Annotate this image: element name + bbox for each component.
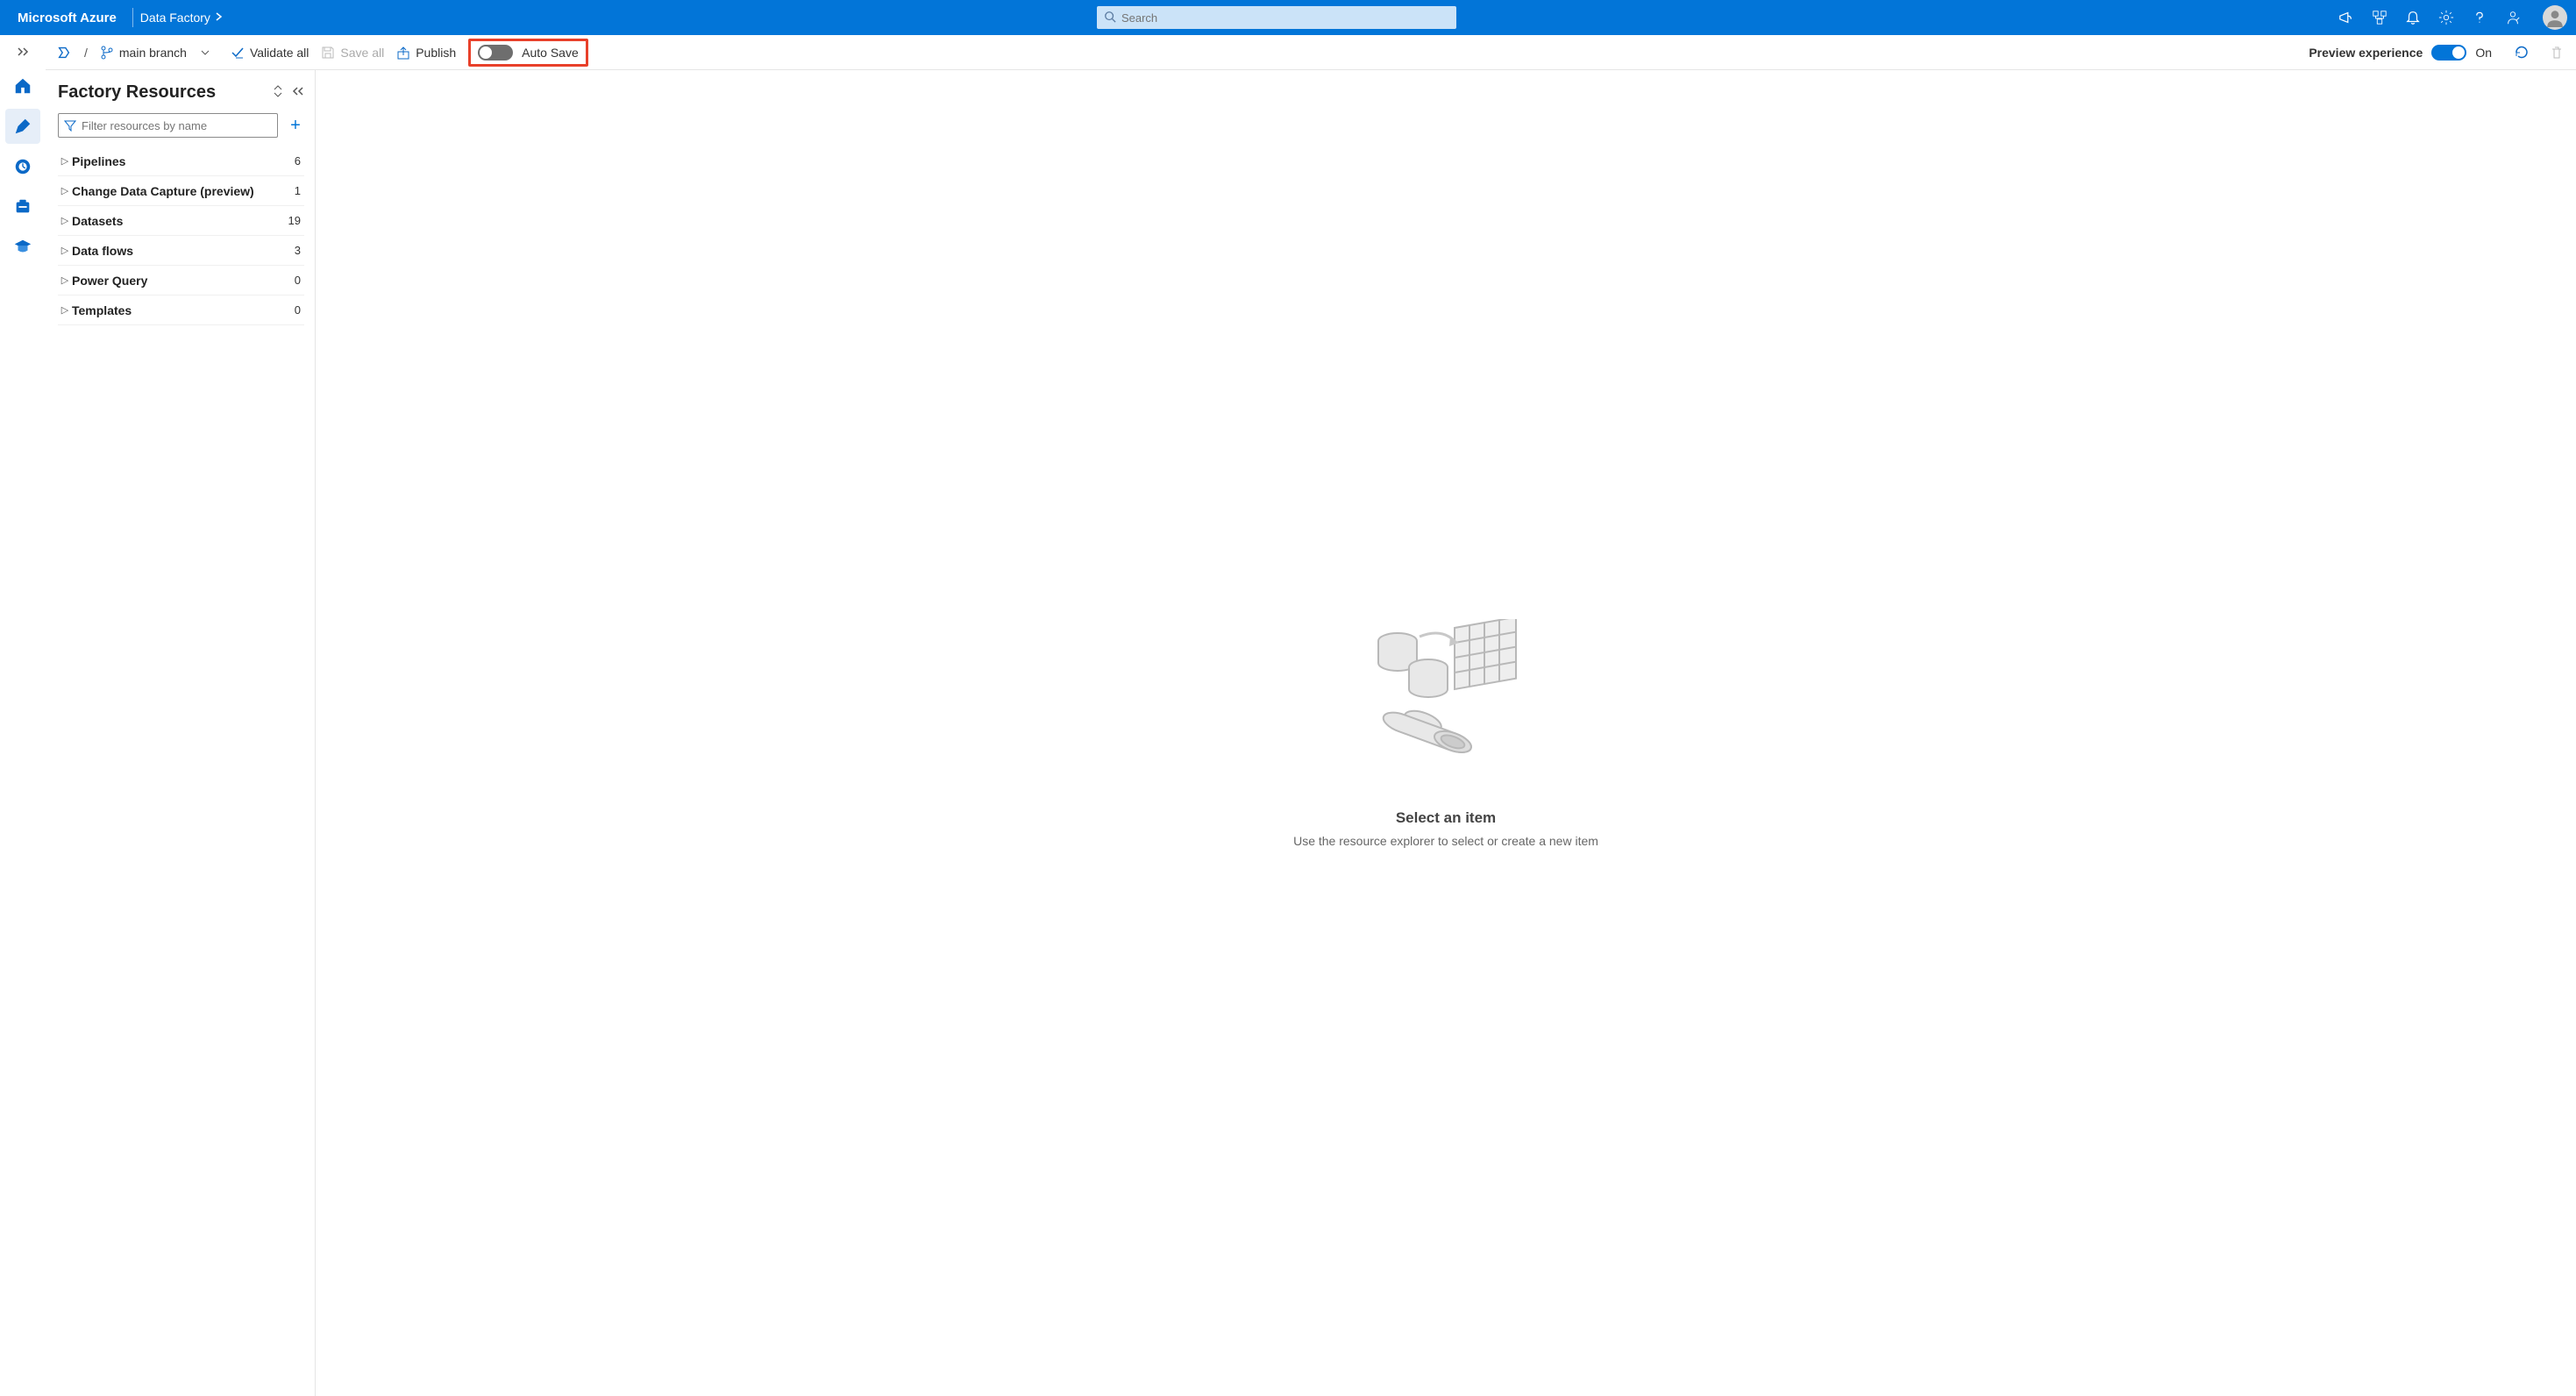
chevron-down-icon: [201, 49, 210, 56]
filter-row: +: [58, 113, 304, 138]
toolbar: / main branch Validate all Save all Publ…: [46, 35, 2576, 70]
publish-icon: [396, 46, 410, 60]
azure-brand[interactable]: Microsoft Azure: [9, 11, 125, 25]
empty-canvas: Select an item Use the resource explorer…: [316, 70, 2576, 1396]
rail-home[interactable]: [5, 68, 40, 103]
workarea: / main branch Validate all Save all Publ…: [46, 35, 2576, 1396]
help-icon[interactable]: [2471, 9, 2488, 26]
rail-monitor[interactable]: [5, 149, 40, 184]
rail-author[interactable]: [5, 109, 40, 144]
tree-label: Data flows: [72, 244, 295, 258]
user-avatar[interactable]: [2543, 5, 2567, 30]
chevron-right-icon: ▷: [58, 185, 72, 196]
hero-illustration: [1358, 619, 1534, 788]
tree-label: Pipelines: [72, 154, 295, 168]
breadcrumb-item[interactable]: Data Factory: [140, 11, 210, 25]
empty-title: Select an item: [1396, 809, 1496, 827]
preview-experience: Preview experience On: [2309, 45, 2492, 61]
tree-powerquery[interactable]: ▷ Power Query 0: [58, 266, 304, 296]
feedback-icon[interactable]: [2504, 9, 2522, 26]
check-icon: [231, 46, 245, 60]
directory-icon[interactable]: [2371, 9, 2388, 26]
tree-datasets[interactable]: ▷ Datasets 19: [58, 206, 304, 236]
tree-count: 3: [295, 244, 304, 257]
sidebar-title: Factory Resources: [58, 82, 216, 103]
left-rail: [0, 35, 46, 1396]
filter-input-wrap[interactable]: [58, 113, 278, 138]
content-row: / main branch Validate all Save all Publ…: [0, 35, 2576, 1396]
tree-count: 1: [295, 184, 304, 197]
save-icon: [321, 46, 335, 60]
chevron-right-icon: ▷: [58, 274, 72, 286]
expand-rail-icon[interactable]: [13, 42, 32, 63]
filter-input[interactable]: [59, 114, 277, 137]
chevron-right-icon: [216, 10, 223, 24]
refresh-button[interactable]: [2513, 44, 2530, 61]
megaphone-icon[interactable]: [2338, 9, 2355, 26]
empty-subtitle: Use the resource explorer to select or c…: [1293, 834, 1598, 848]
delete-button: [2548, 44, 2565, 61]
tree-count: 6: [295, 154, 304, 167]
autosave-label: Auto Save: [522, 46, 579, 60]
global-search-input[interactable]: [1097, 6, 1456, 29]
publish-label: Publish: [416, 46, 456, 60]
preview-state: On: [2475, 46, 2492, 60]
chevron-right-icon: ▷: [58, 155, 72, 167]
save-all-label: Save all: [340, 46, 384, 60]
body-row: Factory Resources: [46, 70, 2576, 1396]
chevron-right-icon: ▷: [58, 304, 72, 316]
rail-learn[interactable]: [5, 230, 40, 265]
tree-label: Power Query: [72, 274, 295, 288]
tree-cdc[interactable]: ▷ Change Data Capture (preview) 1: [58, 176, 304, 206]
tree-label: Change Data Capture (preview): [72, 184, 295, 198]
preview-label: Preview experience: [2309, 46, 2423, 60]
breadcrumb[interactable]: Data Factory: [140, 11, 223, 25]
tree-count: 19: [288, 214, 304, 227]
breadcrumb-sep: /: [84, 46, 88, 60]
tree-label: Templates: [72, 303, 295, 317]
tree-dataflows[interactable]: ▷ Data flows 3: [58, 236, 304, 266]
publish-button[interactable]: Publish: [396, 46, 456, 60]
save-all-button: Save all: [321, 46, 384, 60]
azure-top-bar: Microsoft Azure Data Factory: [0, 0, 2576, 35]
validate-all-button[interactable]: Validate all: [231, 46, 309, 60]
header-actions: [2338, 5, 2567, 30]
search-icon: [1104, 11, 1116, 25]
chevron-right-icon: ▷: [58, 215, 72, 226]
filter-icon: [64, 119, 76, 134]
add-resource-button[interactable]: +: [287, 116, 304, 136]
tree-count: 0: [295, 303, 304, 317]
resource-sidebar: Factory Resources: [46, 70, 316, 1396]
sidebar-header: Factory Resources: [58, 82, 304, 103]
divider: [132, 8, 133, 27]
validate-all-label: Validate all: [250, 46, 309, 60]
branch-name: main branch: [119, 46, 187, 60]
collapse-panel-icon[interactable]: [292, 85, 304, 100]
tree-count: 0: [295, 274, 304, 287]
global-search[interactable]: [1097, 6, 1456, 29]
bell-icon[interactable]: [2404, 9, 2422, 26]
autosave-toggle[interactable]: [478, 45, 513, 61]
branch-selector[interactable]: main branch: [100, 46, 210, 60]
data-factory-icon[interactable]: [56, 45, 72, 61]
autosave-highlight: Auto Save: [468, 39, 588, 67]
tree-templates[interactable]: ▷ Templates 0: [58, 296, 304, 325]
gear-icon[interactable]: [2437, 9, 2455, 26]
rail-manage[interactable]: [5, 189, 40, 224]
preview-toggle[interactable]: [2431, 45, 2466, 61]
chevron-right-icon: ▷: [58, 245, 72, 256]
tree-pipelines[interactable]: ▷ Pipelines 6: [58, 146, 304, 176]
expand-all-icon[interactable]: [273, 85, 283, 100]
branch-icon: [100, 46, 114, 60]
tree-label: Datasets: [72, 214, 288, 228]
